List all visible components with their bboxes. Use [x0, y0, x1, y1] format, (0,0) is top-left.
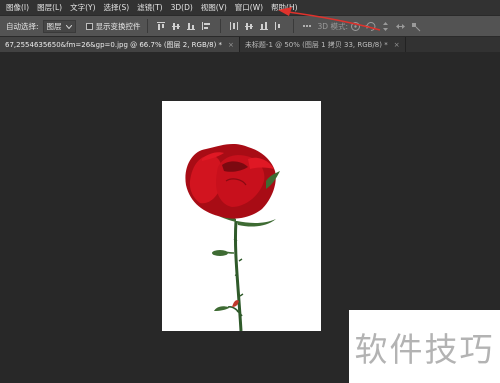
annotation-arrow	[278, 7, 381, 31]
